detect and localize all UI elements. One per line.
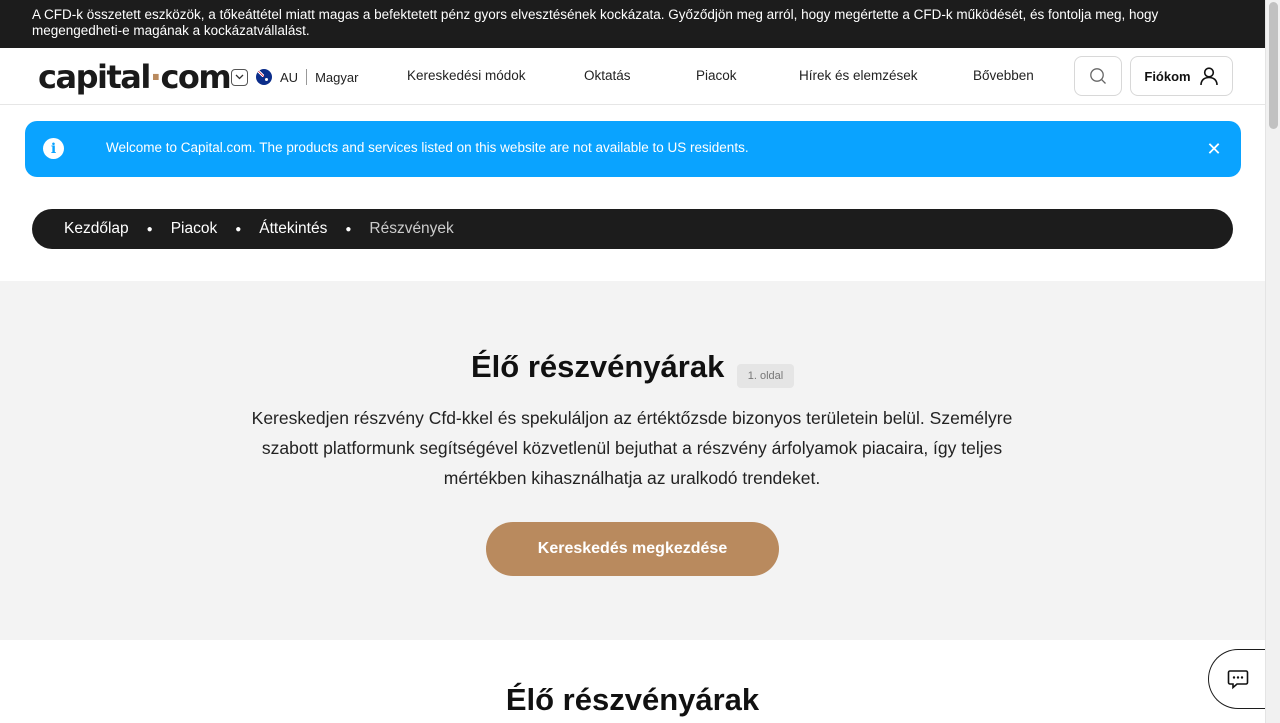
locale-selector[interactable]: AU Magyar xyxy=(231,67,358,87)
nav-news-analysis[interactable]: Hírek és elemzések xyxy=(799,68,918,83)
info-icon: i xyxy=(43,138,64,159)
breadcrumb-separator: ● xyxy=(235,223,242,235)
page-title: Élő részvényárak xyxy=(471,349,725,384)
risk-warning-bar: A CFD-k összetett eszközök, a tőkeáttéte… xyxy=(0,0,1265,48)
breadcrumb-markets[interactable]: Piacok xyxy=(171,220,218,238)
nav-markets[interactable]: Piacok xyxy=(696,68,737,83)
logo-text-left: capital xyxy=(38,58,151,96)
nav-trading-modes[interactable]: Kereskedési módok xyxy=(407,68,526,83)
search-button[interactable] xyxy=(1074,56,1122,96)
notice-message: Welcome to Capital.com. The products and… xyxy=(106,140,749,155)
scrollbar-thumb[interactable] xyxy=(1269,2,1278,129)
capital-com-logo[interactable]: capital·com xyxy=(38,58,232,96)
us-residents-notice: i Welcome to Capital.com. The products a… xyxy=(25,121,1241,177)
chat-icon xyxy=(1227,670,1248,690)
breadcrumb-current: Részvények xyxy=(369,220,454,237)
account-label: Fiókom xyxy=(1144,68,1191,84)
nav-more[interactable]: Bővebben xyxy=(973,68,1034,83)
breadcrumb-separator: ● xyxy=(345,223,352,235)
account-button[interactable]: Fiókom xyxy=(1130,56,1233,96)
page-number-badge: 1. oldal xyxy=(737,364,794,388)
nav-education[interactable]: Oktatás xyxy=(584,68,631,83)
start-trading-button[interactable]: Kereskedés megkezdése xyxy=(486,522,779,576)
logo-text-right: com xyxy=(160,58,231,96)
chat-button[interactable] xyxy=(1208,649,1272,709)
breadcrumb-home[interactable]: Kezdőlap xyxy=(64,220,129,238)
page-scrollbar[interactable] xyxy=(1265,0,1280,723)
close-icon[interactable]: ✕ xyxy=(1203,135,1225,163)
hero-section: Élő részvényárak 1. oldal Kereskedjen ré… xyxy=(0,281,1265,640)
user-icon xyxy=(1199,67,1218,86)
site-header: capital·com AU Magyar Kereskedési módok … xyxy=(0,48,1265,105)
breadcrumb-separator: ● xyxy=(146,223,153,235)
breadcrumb: Kezdőlap ● Piacok ● Áttekintés ● Részvén… xyxy=(32,209,1233,249)
section-title: Élő részvényárak xyxy=(505,682,760,717)
locale-divider xyxy=(306,69,308,85)
breadcrumb-overview[interactable]: Áttekintés xyxy=(259,220,327,238)
language-label[interactable]: Magyar xyxy=(315,70,358,85)
search-icon xyxy=(1090,68,1106,84)
australia-flag-icon xyxy=(256,69,272,85)
risk-warning-text: A CFD-k összetett eszközök, a tőkeáttéte… xyxy=(32,7,1159,38)
hero-description: Kereskedjen részvény Cfd-kkel és spekulá… xyxy=(251,408,1013,488)
logo-dot: · xyxy=(149,58,162,96)
region-code[interactable]: AU xyxy=(280,70,298,85)
chevron-down-icon[interactable] xyxy=(231,68,248,86)
